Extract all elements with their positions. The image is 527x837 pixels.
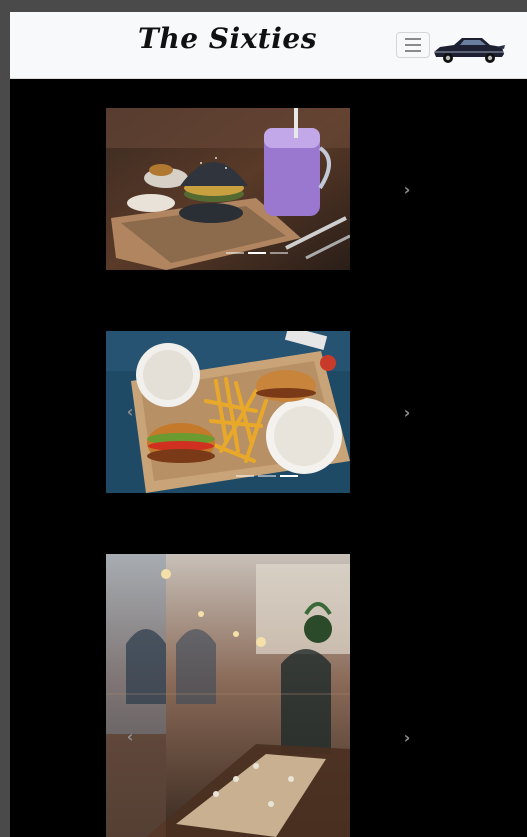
carousel-indicator-active[interactable] [280,475,298,477]
carousel-2-next-button[interactable]: › [397,402,417,422]
carousel-indicator[interactable] [236,475,254,477]
brand-logo-text[interactable]: The Sixties [138,22,317,55]
carousel-indicator[interactable] [258,475,276,477]
carousel-indicator[interactable] [226,252,244,254]
hamburger-icon-line [405,44,421,46]
carousel-1-next-button[interactable]: › [397,179,417,199]
restaurant-interior-photo [106,554,350,837]
carousel-indicators [236,475,298,477]
hamburger-icon-line [405,38,421,40]
carousel-indicators [226,252,288,254]
burger-and-smoothie-photo [106,108,350,270]
hamburger-icon-line [405,50,421,52]
classic-car-icon [434,38,505,63]
carousel-3-prev-button[interactable]: ‹ [120,726,140,746]
carousel-indicator-active[interactable] [248,252,266,254]
navbar: The Sixties [10,12,527,79]
carousel-slide-3[interactable]: ‹ [106,554,350,837]
browser-viewport: The Sixties › ‹ › ‹ › [10,12,527,837]
carousel-3-next-button[interactable]: › [397,727,417,747]
carousel-slide-1[interactable] [106,108,350,270]
carousel-indicator[interactable] [270,252,288,254]
carousel-2-prev-button[interactable]: ‹ [120,401,140,421]
navbar-toggler-button[interactable] [396,32,430,58]
burgers-and-fries-photo [106,331,350,493]
carousel-slide-2[interactable]: ‹ [106,331,350,493]
